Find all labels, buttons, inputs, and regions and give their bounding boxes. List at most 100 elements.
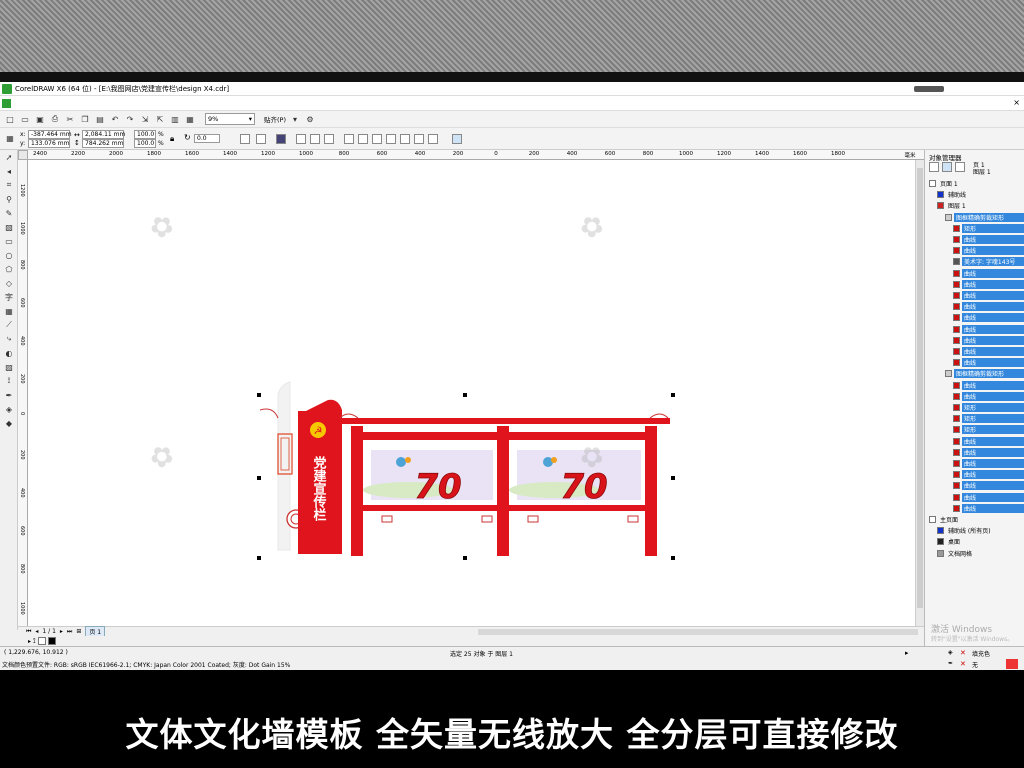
app-launcher-icon[interactable]: ▦ — [184, 113, 196, 125]
object-row[interactable]: 图层 1 — [925, 200, 1024, 211]
ellipse-tool-icon[interactable]: ○ — [0, 248, 18, 262]
object-row[interactable]: 文档网格 — [925, 548, 1024, 559]
group-icon[interactable] — [276, 134, 286, 144]
simplify-icon[interactable] — [386, 134, 396, 144]
intersect-icon[interactable] — [372, 134, 382, 144]
copy-icon[interactable]: ❐ — [79, 113, 91, 125]
ime-icon[interactable] — [1006, 659, 1018, 669]
vertical-scroll-thumb[interactable] — [917, 168, 923, 608]
mirror-v-icon[interactable] — [256, 134, 266, 144]
cut-icon[interactable]: ✂ — [64, 113, 76, 125]
mirror-h-icon[interactable] — [240, 134, 250, 144]
ungroup-all-icon[interactable] — [310, 134, 320, 144]
paste-icon[interactable]: ▤ — [94, 113, 106, 125]
back-minus-front-icon[interactable] — [414, 134, 424, 144]
object-row[interactable]: 曲线 — [925, 279, 1024, 290]
object-row[interactable]: 曲线 — [925, 335, 1024, 346]
object-row[interactable]: 曲线 — [925, 480, 1024, 491]
object-row[interactable]: 主页面 — [925, 514, 1024, 525]
create-boundary-icon[interactable] — [428, 134, 438, 144]
close-document-icon[interactable]: × — [1013, 98, 1020, 107]
object-origin-icon[interactable]: ▦ — [4, 132, 16, 144]
polygon-tool-icon[interactable]: ⬠ — [0, 262, 18, 276]
outline-pen-icon[interactable]: ✒ — [0, 388, 18, 402]
object-row[interactable]: 曲线 — [925, 234, 1024, 245]
object-row[interactable]: 曲线 — [925, 447, 1024, 458]
scale-y-field[interactable]: 100.0 — [134, 139, 156, 148]
zoom-tool-icon[interactable]: ⚲ — [0, 192, 18, 206]
eyedropper-small-icon[interactable]: ⟟ — [33, 637, 36, 646]
x-position-field[interactable]: -387.464 mm — [28, 130, 72, 139]
ruler-origin[interactable] — [18, 150, 28, 160]
interactive-fill-icon[interactable]: ◆ — [0, 416, 18, 430]
object-row[interactable]: 页面 1 — [925, 178, 1024, 189]
print-icon[interactable]: ⎙ — [49, 113, 61, 125]
save-icon[interactable]: ▣ — [34, 113, 46, 125]
object-row[interactable]: 美术字: 字魂143号 — [925, 256, 1024, 267]
object-row[interactable]: 辅助线 (所有页) — [925, 525, 1024, 536]
align-distribute-icon[interactable] — [452, 134, 462, 144]
connector-tool-icon[interactable]: ⤷ — [0, 332, 18, 346]
crop-tool-icon[interactable]: ⌗ — [0, 178, 18, 192]
first-page-icon[interactable]: ⏮ — [26, 628, 31, 636]
snap-dropdown-icon[interactable]: ▾ — [289, 113, 301, 125]
object-row[interactable]: 曲线 — [925, 290, 1024, 301]
blend-tool-icon[interactable]: ◐ — [0, 346, 18, 360]
object-row[interactable]: 矩形 — [925, 402, 1024, 413]
y-position-field[interactable]: 133.076 mm — [28, 139, 70, 148]
object-row[interactable]: 曲线 — [925, 301, 1024, 312]
table-tool-icon[interactable]: ▦ — [0, 304, 18, 318]
height-field[interactable]: 784.262 mm — [82, 139, 124, 148]
horizontal-scrollbar[interactable] — [478, 629, 918, 635]
object-row[interactable]: 曲线 — [925, 245, 1024, 256]
last-page-icon[interactable]: ⏭ — [67, 628, 72, 636]
trim-icon[interactable] — [358, 134, 368, 144]
object-row[interactable]: 图框精确剪裁矩形 — [925, 368, 1024, 379]
object-row[interactable]: 曲线 — [925, 312, 1024, 323]
object-row[interactable]: 曲线 — [925, 268, 1024, 279]
redo-icon[interactable]: ↷ — [124, 113, 136, 125]
rectangle-tool-icon[interactable]: ▭ — [0, 234, 18, 248]
basic-shapes-icon[interactable]: ◇ — [0, 276, 18, 290]
ungroup-icon[interactable] — [296, 134, 306, 144]
open-icon[interactable]: ▭ — [19, 113, 31, 125]
snap-menu[interactable]: 贴齐(P) — [264, 114, 286, 124]
object-row[interactable]: 矩形 — [925, 223, 1024, 234]
prev-page-icon[interactable]: ◂ — [35, 628, 38, 635]
scroll-right-icon[interactable]: ▸ — [905, 649, 909, 657]
publish-pdf-icon[interactable]: ▥ — [169, 113, 181, 125]
drawing-canvas[interactable]: ☭ 党建宣传栏 70 70 — [28, 160, 915, 626]
palette-arrow-icon[interactable]: ▸ — [28, 638, 31, 645]
combine-icon[interactable] — [324, 134, 334, 144]
shape-tool-icon[interactable]: ◂ — [0, 164, 18, 178]
object-row[interactable]: 曲线 — [925, 346, 1024, 357]
fill-tool-icon[interactable]: ◈ — [0, 402, 18, 416]
object-row[interactable]: 曲线 — [925, 469, 1024, 480]
rotation-field[interactable]: 0.0 — [194, 134, 220, 143]
layer-manager-icon[interactable] — [955, 162, 965, 172]
freehand-tool-icon[interactable]: ✎ — [0, 206, 18, 220]
dimension-tool-icon[interactable]: ⟋ — [0, 318, 18, 332]
vertical-scrollbar[interactable] — [915, 160, 924, 626]
transparency-tool-icon[interactable]: ▨ — [0, 360, 18, 374]
object-row[interactable]: 曲线 — [925, 357, 1024, 368]
undo-icon[interactable]: ↶ — [109, 113, 121, 125]
object-row[interactable]: 曲线 — [925, 391, 1024, 402]
swatch-black[interactable] — [47, 637, 56, 645]
import-icon[interactable]: ⇲ — [139, 113, 151, 125]
export-icon[interactable]: ⇱ — [154, 113, 166, 125]
object-row[interactable]: 曲线 — [925, 503, 1024, 514]
weld-icon[interactable] — [344, 134, 354, 144]
zoom-select[interactable]: 9% ▾ — [205, 113, 255, 125]
object-row[interactable]: 曲线 — [925, 380, 1024, 391]
width-field[interactable]: 2,084.11 mm — [82, 130, 125, 139]
view-mode-icon[interactable] — [942, 162, 952, 172]
object-row[interactable]: 辅助线 — [925, 189, 1024, 200]
scale-x-field[interactable]: 100.0 — [134, 130, 156, 139]
front-minus-back-icon[interactable] — [400, 134, 410, 144]
swatch-none[interactable] — [37, 637, 46, 645]
object-row[interactable]: 曲线 — [925, 324, 1024, 335]
pick-tool-icon[interactable]: ➚ — [0, 150, 18, 164]
object-row[interactable]: 曲线 — [925, 492, 1024, 503]
object-row[interactable]: 桌面 — [925, 536, 1024, 547]
